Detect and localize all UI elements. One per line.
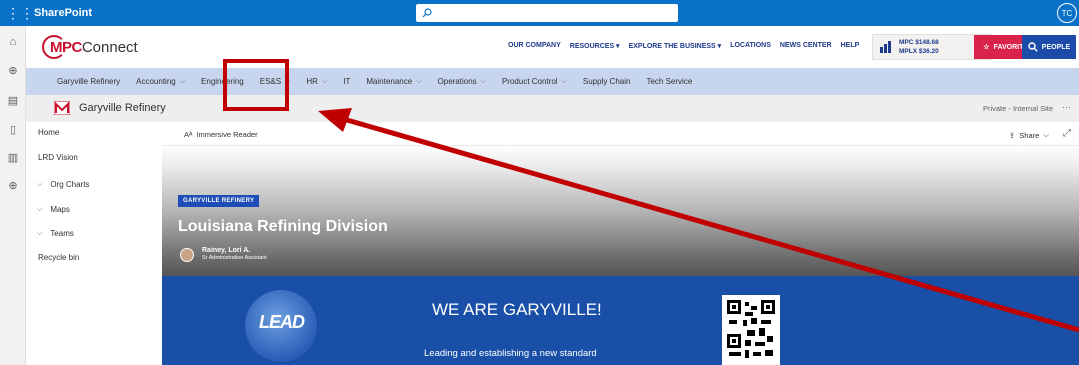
hub-navigation-bar: Garyville Refinery Accounting ⌵ Engineeri…	[26, 68, 1079, 95]
nav-item-hr[interactable]: HR ⌵	[306, 77, 327, 86]
sharepoint-window: ⋮⋮⋮ SharePoint TC ⌂ ⊕ ▤ ▯ ▥ ⊕ MPC Connec…	[0, 0, 1079, 365]
hub-nav-resources[interactable]: RESOURCES ▾	[570, 42, 620, 50]
site-privacy-label: Private - Internal Site	[982, 104, 1053, 113]
file-icon[interactable]: ▯	[7, 124, 19, 136]
topic-tag[interactable]: GARYVILLE REFINERY	[178, 195, 260, 207]
stock-mplx: MPLX $36.20	[899, 48, 939, 55]
author-name: Rainey, Lori A.	[202, 247, 251, 254]
nav-item-tech-service[interactable]: Tech Service	[646, 77, 692, 86]
author-avatar	[180, 247, 194, 262]
site-title[interactable]: Garyville Refinery	[79, 102, 166, 114]
search-icon	[422, 8, 432, 18]
page-title-hero: GARYVILLE REFINERY Louisiana Refining Di…	[162, 146, 1079, 276]
marathon-logo-icon[interactable]	[54, 101, 70, 115]
logo-connect-text: Connect	[81, 38, 138, 56]
chevron-down-icon: ⌵	[561, 77, 567, 85]
account-avatar[interactable]: TC	[1057, 3, 1077, 23]
create-icon[interactable]: ⊕	[7, 180, 19, 192]
globe-icon[interactable]: ⊕	[7, 65, 19, 77]
banner-subtitle: Leading and establishing a new standard	[424, 348, 597, 359]
hero-banner: LEAD WE ARE GARYVILLE! Leading and estab…	[162, 276, 1079, 365]
nav-item-product-control[interactable]: Product Control ⌵	[502, 77, 567, 86]
app-launcher-icon[interactable]: ⋮⋮⋮	[0, 0, 34, 26]
nav-item-maintenance[interactable]: Maintenance ⌵	[366, 77, 421, 86]
more-options-icon[interactable]: ···	[1062, 102, 1071, 112]
banner-title: WE ARE GARYVILLE!	[432, 300, 602, 319]
page-title: Louisiana Refining Division	[178, 218, 388, 235]
chevron-down-icon: ⌵	[37, 229, 43, 237]
hub-nav-locations[interactable]: LOCATIONS	[730, 42, 771, 50]
chevron-down-icon: ⌵	[416, 77, 422, 85]
author-role: Sr Administrative Assistant	[202, 255, 267, 261]
chevron-down-icon: ⌵	[37, 180, 43, 188]
annotation-highlight-box	[223, 59, 289, 111]
app-rail: ⌂ ⊕ ▤ ▯ ▥ ⊕	[0, 26, 26, 365]
leftnav-item-maps[interactable]: ⌵ Maps	[37, 205, 70, 214]
immersive-reader-button[interactable]: Aᴬ Immersive Reader	[184, 130, 258, 139]
qr-code-icon	[722, 295, 780, 365]
leftnav-item-lrd-vision[interactable]: LRD Vision	[38, 153, 78, 162]
lists-icon[interactable]: ▥	[7, 152, 19, 164]
star-icon: ☆	[983, 44, 990, 51]
stock-mpc: MPC $148.68	[899, 39, 939, 46]
share-button[interactable]: ⇪ Share ⌵	[1009, 130, 1049, 140]
nav-item-operations[interactable]: Operations ⌵	[438, 77, 486, 86]
search-icon	[1028, 42, 1038, 52]
chevron-down-icon: ⌵	[321, 77, 328, 85]
people-button[interactable]: PEOPLE	[1022, 35, 1076, 59]
people-label: PEOPLE	[1041, 43, 1071, 51]
nav-item-garyville-refinery[interactable]: Garyville Refinery	[57, 77, 120, 86]
site-left-nav: Home LRD Vision ⌵ Org Charts ⌵ Maps ⌵ Teams…	[26, 122, 162, 365]
site-header: Garyville Refinery Private - Internal Si…	[26, 95, 1079, 122]
mpc-connect-logo[interactable]: MPC Connect	[42, 35, 138, 59]
hub-header: MPC Connect OUR COMPANY RESOURCES ▾ EXPL…	[26, 26, 1079, 68]
news-icon[interactable]: ▤	[7, 95, 19, 107]
leftnav-item-recycle-bin[interactable]: Recycle bin	[38, 253, 79, 262]
leftnav-item-org-charts[interactable]: ⌵ Org Charts	[37, 180, 89, 189]
logo-mpc-text: MPC	[50, 38, 82, 56]
chevron-down-icon: ⌵	[480, 77, 486, 85]
command-bar: Aᴬ Immersive Reader ⇪ Share ⌵ ⤢	[162, 122, 1079, 146]
nav-item-supply-chain[interactable]: Supply Chain	[583, 77, 631, 86]
search-input[interactable]	[416, 4, 678, 22]
leftnav-item-home[interactable]: Home	[38, 128, 59, 137]
author-byline[interactable]: Rainey, Lori A. Sr Administrative Assist…	[180, 247, 267, 262]
lead-globe-logo: LEAD	[245, 290, 317, 362]
hub-nav-our-company[interactable]: OUR COMPANY	[508, 42, 561, 50]
home-icon[interactable]: ⌂	[7, 36, 19, 48]
hub-nav-help[interactable]: HELP	[841, 42, 860, 50]
share-icon: ⇪	[1009, 130, 1016, 140]
immersive-reader-icon: Aᴬ	[184, 130, 193, 139]
chevron-down-icon: ⌵	[1043, 130, 1049, 139]
leftnav-item-teams[interactable]: ⌵ Teams	[37, 229, 74, 238]
nav-item-accounting[interactable]: Accounting ⌵	[136, 77, 185, 86]
suite-app-name[interactable]: SharePoint	[34, 7, 92, 19]
suite-bar: ⋮⋮⋮ SharePoint TC	[0, 0, 1079, 26]
stock-chart-icon	[880, 41, 891, 53]
lead-logo-text: LEAD	[259, 312, 305, 332]
hub-nav: OUR COMPANY RESOURCES ▾ EXPLORE THE BUSI…	[508, 42, 868, 50]
hub-nav-news-center[interactable]: NEWS CENTER	[780, 42, 832, 50]
nav-item-it[interactable]: IT	[343, 77, 350, 86]
chevron-down-icon: ⌵	[37, 205, 43, 213]
hub-nav-explore-business[interactable]: EXPLORE THE BUSINESS ▾	[629, 42, 722, 50]
chevron-down-icon: ⌵	[179, 77, 186, 85]
expand-icon[interactable]: ⤢	[1063, 128, 1071, 139]
